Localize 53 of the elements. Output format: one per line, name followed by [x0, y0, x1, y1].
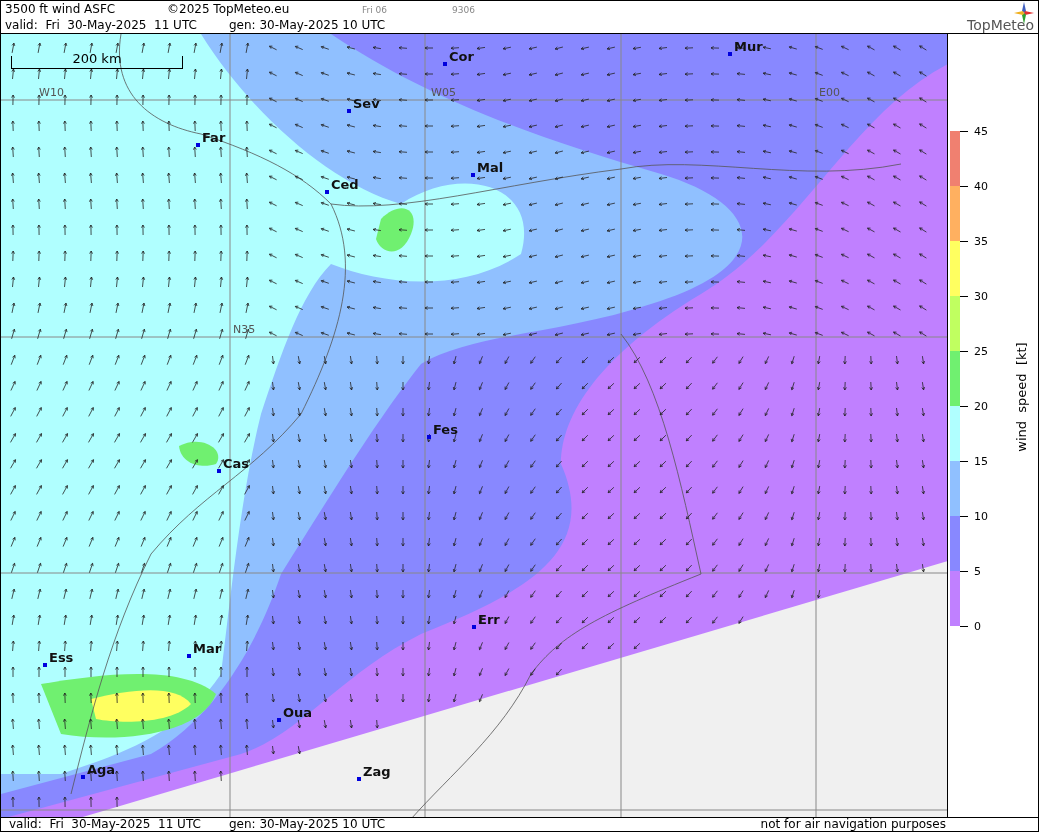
disclaimer-text: not for air navigation purposes	[760, 818, 947, 831]
city-label: Mar	[193, 641, 222, 656]
tick-label: 35	[974, 236, 989, 247]
city-marker	[81, 775, 85, 779]
tick-label: 40	[974, 181, 989, 192]
city-marker	[443, 62, 447, 66]
city-label: Cas	[223, 456, 250, 471]
grid-label: W10	[39, 86, 64, 99]
tick-label: 0	[974, 621, 982, 632]
copyright-text: ©2025 TopMeteo.eu	[167, 2, 290, 16]
city-marker	[43, 663, 47, 667]
city-marker	[325, 190, 329, 194]
valid-time: valid: Fri 30-May-2025 11 UTC	[9, 818, 202, 831]
city-label: Fes	[433, 422, 458, 437]
city-marker	[471, 173, 475, 177]
city-label: Err	[478, 612, 500, 627]
run-label: Fri 06	[362, 5, 388, 15]
tick-label: 10	[974, 511, 989, 522]
grid-label: E00	[819, 86, 840, 99]
tick-label: 25	[974, 346, 989, 357]
grid-label: W05	[431, 86, 456, 99]
city-label: Aga	[87, 762, 116, 777]
city-label: Mal	[477, 160, 504, 175]
city-marker	[472, 625, 476, 629]
tick-label: 45	[974, 126, 989, 137]
city-label: Zag	[363, 764, 391, 779]
city-label: Mur	[734, 39, 763, 54]
city-marker	[347, 109, 351, 113]
grid-label: N35	[233, 323, 256, 336]
city-label: Sev	[353, 96, 380, 111]
city-marker	[217, 469, 221, 473]
city-marker	[728, 52, 732, 56]
code-label: 9306	[452, 5, 475, 15]
logo-text: TopMeteo	[967, 17, 1034, 33]
city-marker	[357, 777, 361, 781]
tick-label: 15	[974, 456, 989, 467]
city-marker	[196, 143, 200, 147]
city-marker	[277, 718, 281, 722]
valid-time: valid: Fri 30-May-2025 11 UTC	[5, 18, 197, 32]
city-marker	[187, 654, 191, 658]
tick-label: 30	[974, 291, 989, 302]
city-marker	[427, 435, 431, 439]
city-label: Ess	[49, 650, 74, 665]
city-label: Cor	[449, 49, 474, 64]
tick-label: 5	[974, 566, 982, 577]
tick-label: 20	[974, 401, 989, 412]
city-label: Far	[202, 130, 226, 145]
generated-time: gen: 30-May-2025 10 UTC	[229, 818, 387, 831]
chart-title: 3500 ft wind ASFC	[5, 2, 116, 16]
city-label: Oua	[283, 705, 313, 720]
city-label: Ced	[331, 177, 359, 192]
legend-title: wind speed [kt]	[1014, 341, 1031, 454]
generated-time: gen: 30-May-2025 10 UTC	[229, 18, 386, 32]
